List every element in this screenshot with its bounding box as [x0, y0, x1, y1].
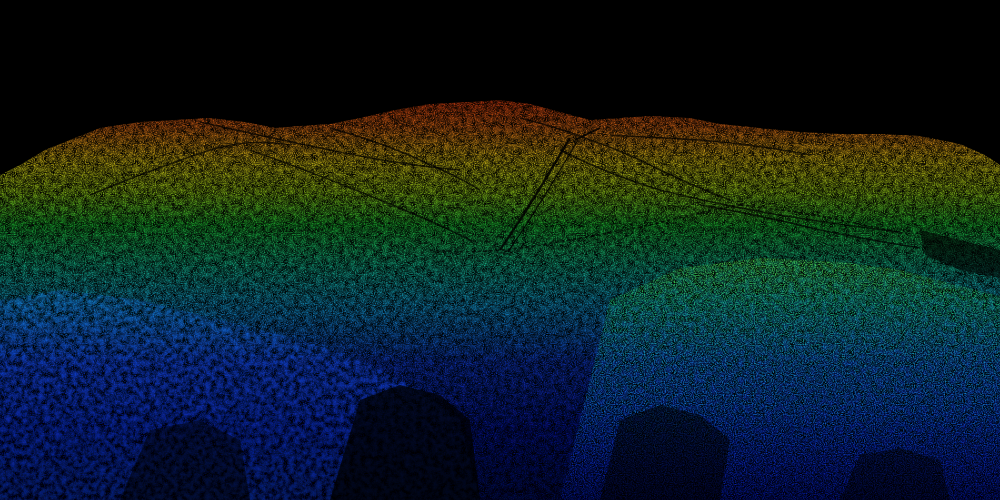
- lidar-terrain-visualization: [0, 0, 1000, 500]
- lidar-terrain-scene: [0, 0, 1000, 500]
